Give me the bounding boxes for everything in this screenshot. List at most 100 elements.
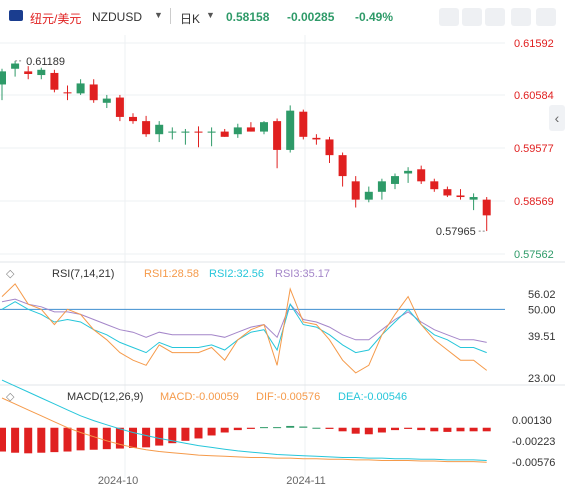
dea-value-label: DEA:-0.00546 [338, 391, 407, 403]
macd-histogram-bar [207, 427, 216, 436]
candle-body [155, 124, 164, 135]
macd-histogram-bar [129, 427, 137, 448]
macd-histogram-bar [456, 427, 465, 432]
candle-body [129, 116, 137, 122]
chart-canvas: 0.61592 0.60584 0.59577 0.58569 0.57562 0.611… [0, 35, 565, 487]
macd-axis-tick: -0.00223 [512, 436, 555, 448]
macd-histogram-bar [312, 427, 321, 429]
candle-body [220, 131, 229, 137]
macd-histogram-bar [325, 427, 334, 429]
price-axis-tick: 0.61592 [514, 38, 554, 50]
candle-body [273, 121, 282, 150]
candle-body [233, 127, 242, 135]
macd-axis-tick: -0.00576 [512, 457, 555, 469]
candle-body [469, 197, 478, 200]
high-price-label: 0.61189 [26, 56, 65, 68]
macd-histogram-bar [181, 427, 190, 441]
macd-histogram-bar [430, 427, 439, 432]
candle-body [443, 189, 452, 196]
candle-body [417, 169, 426, 182]
macd-histogram-bar [469, 427, 478, 432]
macd-histogram-bar [377, 427, 386, 433]
candle-body [37, 69, 46, 76]
rsi2-label: RSI2:32.56 [209, 268, 264, 280]
macd-histogram-bar [220, 427, 229, 433]
low-price-label: 0.57965 [436, 226, 476, 238]
macd-histogram-bar [50, 427, 59, 453]
candle-body [246, 127, 255, 132]
candle-body [456, 195, 465, 198]
macd-histogram-bar [233, 427, 242, 431]
rsi-title: RSI(7,14,21) [52, 268, 114, 280]
candle-body [286, 110, 295, 150]
macd-histogram-bar [404, 427, 413, 429]
candle-body [260, 122, 268, 132]
candle-body [102, 98, 111, 103]
macd-histogram-bar [299, 426, 308, 428]
macd-histogram-bar [194, 427, 203, 439]
rsi-axis-tick: 39.51 [528, 331, 556, 343]
candle-body [325, 139, 334, 156]
candle-body [142, 121, 151, 135]
candle-body [404, 170, 413, 174]
macd-histogram-bar [273, 427, 282, 429]
rsi1-label: RSI1:28.58 [144, 268, 199, 280]
candle-body [351, 181, 360, 200]
chevron-left-icon: ‹ [555, 110, 560, 126]
price-axis-tick: 0.59577 [514, 143, 554, 155]
macd-histogram-bar [443, 427, 452, 432]
candle-body [299, 111, 308, 137]
candle-body [0, 71, 6, 85]
settings-icon: ◇ [6, 268, 15, 280]
candle-body [338, 155, 347, 177]
macd-histogram-bar [0, 427, 6, 452]
macd-histogram-bar [37, 427, 46, 453]
macd-histogram-bar [89, 427, 98, 450]
price-axis-tick: 0.58569 [514, 196, 554, 208]
candle-body [482, 199, 491, 216]
rsi-axis-tick: 56.02 [528, 289, 556, 301]
candle-body [89, 84, 98, 101]
candle-body [312, 137, 321, 140]
macd-value-label: MACD:-0.00059 [160, 391, 239, 403]
candle-body [207, 131, 216, 133]
macd-histogram-bar [364, 427, 373, 435]
macd-histogram-bar [351, 427, 360, 434]
candle-body [391, 176, 399, 184]
dif-line [1, 397, 487, 463]
time-axis-label: 2024-11 [286, 475, 326, 487]
rsi-axis-tick: 50.00 [528, 304, 556, 316]
candle-body [63, 92, 72, 94]
candle-body [377, 181, 386, 192]
macd-histogram-bar [102, 427, 111, 450]
candle-body [115, 97, 124, 117]
candle-body [168, 131, 177, 133]
price-axis-tick: 0.60584 [514, 90, 554, 102]
candle-body [181, 131, 190, 133]
macd-histogram-bar [155, 427, 164, 446]
macd-histogram-bar [246, 427, 255, 429]
time-axis-label: 2024-10 [98, 475, 138, 487]
candle-body [194, 131, 203, 133]
candle-body [11, 63, 20, 69]
candle-body [364, 191, 373, 200]
macd-histogram-bar [142, 427, 151, 448]
macd-histogram-bar [286, 425, 295, 428]
rsi3-label: RSI3:35.17 [275, 268, 330, 280]
macd-histogram-bar [63, 427, 72, 452]
dif-value-label: DIF:-0.00576 [256, 391, 320, 403]
rsi-axis-tick: 23.00 [528, 373, 556, 385]
macd-histogram-bar [11, 427, 20, 453]
macd-histogram-bar [482, 427, 491, 432]
macd-axis-tick: 0.00130 [512, 415, 552, 427]
rsi1-line [1, 283, 488, 374]
macd-histogram-bar [391, 427, 399, 431]
macd-title: MACD(12,26,9) [67, 391, 143, 403]
price-axis-tick: 0.57562 [514, 249, 554, 261]
macd-histogram-bar [24, 427, 33, 454]
candle-body [50, 72, 59, 90]
candle-body [76, 83, 85, 94]
macd-histogram-bar [417, 427, 426, 431]
macd-histogram-bar [260, 427, 268, 429]
candle-body [24, 71, 33, 74]
